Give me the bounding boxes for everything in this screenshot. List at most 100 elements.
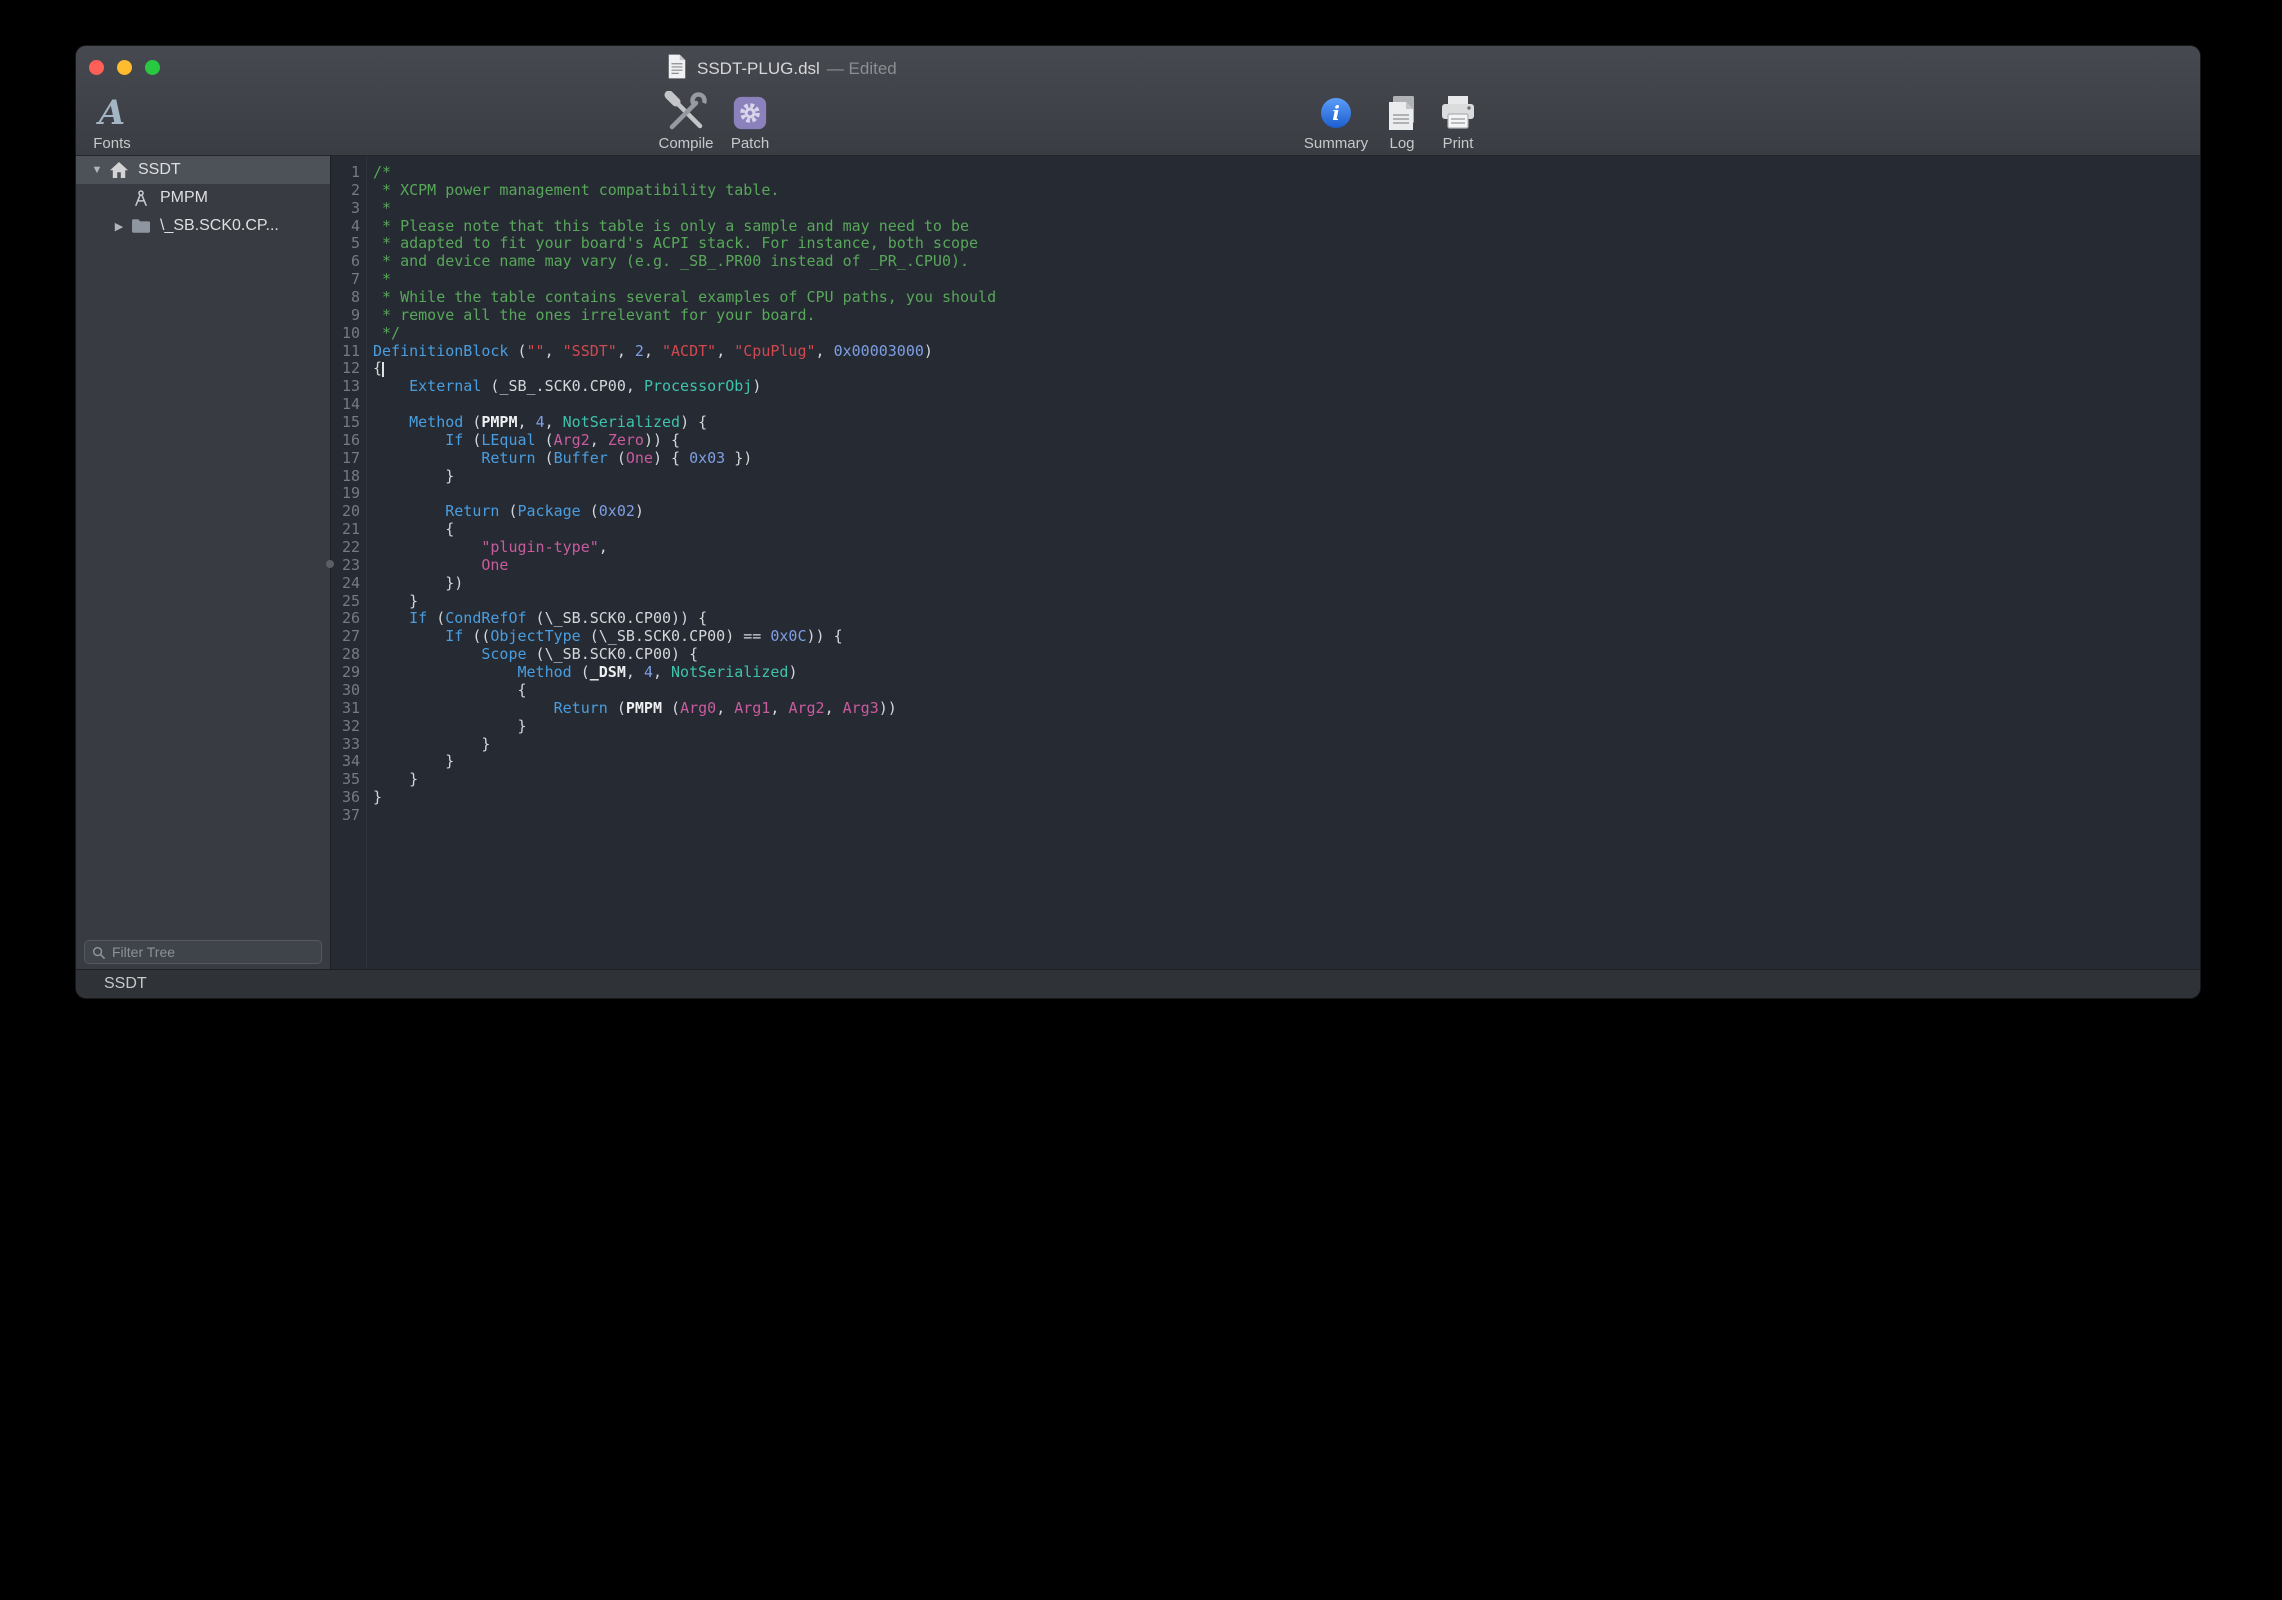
code-line[interactable]: If (CondRefOf (\_SB.SCK0.CP00)) { bbox=[373, 610, 2200, 628]
code-line[interactable]: Return (Buffer (One) { 0x03 }) bbox=[373, 450, 2200, 468]
minimize-button[interactable] bbox=[117, 60, 132, 75]
line-number: 10 bbox=[331, 325, 366, 343]
code-line[interactable]: */ bbox=[373, 325, 2200, 343]
code-line[interactable]: }) bbox=[373, 575, 2200, 593]
document-icon bbox=[666, 53, 688, 85]
line-number: 26 bbox=[331, 610, 366, 628]
patch-button[interactable]: Patch bbox=[722, 90, 778, 152]
summary-button[interactable]: i Summary bbox=[1288, 90, 1384, 152]
line-number: 36 bbox=[331, 789, 366, 807]
code-line[interactable]: Method (_DSM, 4, NotSerialized) bbox=[373, 664, 2200, 682]
line-number: 24 bbox=[331, 575, 366, 593]
log-pages-icon bbox=[1384, 91, 1420, 135]
home-icon bbox=[108, 161, 130, 179]
line-number: 30 bbox=[331, 682, 366, 700]
code-line[interactable]: { bbox=[373, 360, 2200, 378]
pane-splitter-handle[interactable] bbox=[326, 560, 334, 568]
edited-indicator: — Edited bbox=[827, 59, 897, 78]
code-line[interactable]: * Please note that this table is only a … bbox=[373, 218, 2200, 236]
code-line[interactable]: } bbox=[373, 771, 2200, 789]
disclosure-triangle-icon[interactable]: ▼ bbox=[86, 164, 108, 176]
code-line[interactable]: } bbox=[373, 718, 2200, 736]
line-number: 18 bbox=[331, 468, 366, 486]
close-button[interactable] bbox=[89, 60, 104, 75]
line-number: 12 bbox=[331, 360, 366, 378]
code-line[interactable]: * adapted to fit your board's ACPI stack… bbox=[373, 235, 2200, 253]
summary-label: Summary bbox=[1304, 135, 1368, 152]
code-line[interactable]: Scope (\_SB.SCK0.CP00) { bbox=[373, 646, 2200, 664]
window-title-group: SSDT-PLUG.dsl— Edited bbox=[666, 54, 897, 84]
code-line[interactable] bbox=[373, 485, 2200, 503]
code-line[interactable]: } bbox=[373, 789, 2200, 807]
line-number: 6 bbox=[331, 253, 366, 271]
code-line[interactable]: * remove all the ones irrelevant for you… bbox=[373, 307, 2200, 325]
code-line[interactable]: "plugin-type", bbox=[373, 539, 2200, 557]
info-icon: i bbox=[1321, 98, 1351, 128]
filter-tree-field[interactable] bbox=[84, 940, 322, 964]
line-number: 3 bbox=[331, 200, 366, 218]
compile-label: Compile bbox=[658, 135, 713, 152]
zoom-button[interactable] bbox=[145, 60, 160, 75]
tree-item-ssdt[interactable]: ▼ SSDT bbox=[76, 156, 330, 184]
line-number: 9 bbox=[331, 307, 366, 325]
filter-tree-input[interactable] bbox=[110, 943, 314, 961]
tree-item-pmpm[interactable]: PMPM bbox=[76, 184, 330, 212]
code-line[interactable] bbox=[373, 396, 2200, 414]
line-number: 34 bbox=[331, 753, 366, 771]
code-area[interactable]: /* * XCPM power management compatibility… bbox=[367, 156, 2200, 969]
line-number: 33 bbox=[331, 736, 366, 754]
patch-icon bbox=[731, 91, 769, 135]
print-button[interactable]: Print bbox=[1428, 90, 1488, 152]
line-number: 23 bbox=[331, 557, 366, 575]
code-line[interactable]: * bbox=[373, 200, 2200, 218]
tree-item-label: PMPM bbox=[160, 189, 208, 207]
log-button[interactable]: Log bbox=[1374, 90, 1430, 152]
code-line[interactable]: If (LEqual (Arg2, Zero)) { bbox=[373, 432, 2200, 450]
tree-item-label: SSDT bbox=[138, 161, 181, 179]
code-line[interactable]: } bbox=[373, 753, 2200, 771]
code-editor[interactable]: 1234567891011121314151617181920212223242… bbox=[331, 156, 2200, 969]
text-cursor bbox=[382, 362, 384, 377]
line-number: 32 bbox=[331, 718, 366, 736]
code-line[interactable]: Return (PMPM (Arg0, Arg1, Arg2, Arg3)) bbox=[373, 700, 2200, 718]
fonts-button[interactable]: A Fonts bbox=[82, 90, 142, 152]
line-number: 7 bbox=[331, 271, 366, 289]
code-line[interactable]: } bbox=[373, 736, 2200, 754]
line-number: 28 bbox=[331, 646, 366, 664]
code-line[interactable]: One bbox=[373, 557, 2200, 575]
toolbar: A Fonts Compile bbox=[76, 90, 2200, 155]
code-line[interactable]: * While the table contains several examp… bbox=[373, 289, 2200, 307]
printer-icon bbox=[1438, 91, 1478, 135]
code-line[interactable]: * bbox=[373, 271, 2200, 289]
line-number: 29 bbox=[331, 664, 366, 682]
code-line[interactable]: { bbox=[373, 521, 2200, 539]
code-line[interactable]: Return (Package (0x02) bbox=[373, 503, 2200, 521]
disclosure-triangle-icon[interactable]: ▶ bbox=[108, 220, 130, 233]
line-number: 37 bbox=[331, 807, 366, 825]
code-line[interactable]: Method (PMPM, 4, NotSerialized) { bbox=[373, 414, 2200, 432]
code-line[interactable]: } bbox=[373, 593, 2200, 611]
line-number: 35 bbox=[331, 771, 366, 789]
line-number: 2 bbox=[331, 182, 366, 200]
line-number: 17 bbox=[331, 450, 366, 468]
code-line[interactable] bbox=[373, 807, 2200, 825]
window-controls bbox=[89, 60, 160, 75]
app-window: SSDT-PLUG.dsl— Edited A Fonts Compile bbox=[76, 46, 2200, 998]
line-number: 20 bbox=[331, 503, 366, 521]
code-line[interactable]: DefinitionBlock ("", "SSDT", 2, "ACDT", … bbox=[373, 343, 2200, 361]
code-line[interactable]: /* bbox=[373, 164, 2200, 182]
fonts-label: Fonts bbox=[93, 135, 131, 152]
code-line[interactable]: * and device name may vary (e.g. _SB_.PR… bbox=[373, 253, 2200, 271]
code-line[interactable]: } bbox=[373, 468, 2200, 486]
patch-label: Patch bbox=[731, 135, 769, 152]
code-line[interactable]: External (_SB_.SCK0.CP00, ProcessorObj) bbox=[373, 378, 2200, 396]
folder-icon bbox=[130, 218, 152, 234]
line-number: 19 bbox=[331, 485, 366, 503]
code-line[interactable]: If ((ObjectType (\_SB.SCK0.CP00) == 0x0C… bbox=[373, 628, 2200, 646]
search-icon bbox=[92, 946, 105, 959]
compile-button[interactable]: Compile bbox=[644, 90, 728, 152]
code-line[interactable]: * XCPM power management compatibility ta… bbox=[373, 182, 2200, 200]
tree-item-sb-sck0-cp[interactable]: ▶\_SB.SCK0.CP... bbox=[76, 212, 330, 240]
log-label: Log bbox=[1389, 135, 1414, 152]
code-line[interactable]: { bbox=[373, 682, 2200, 700]
